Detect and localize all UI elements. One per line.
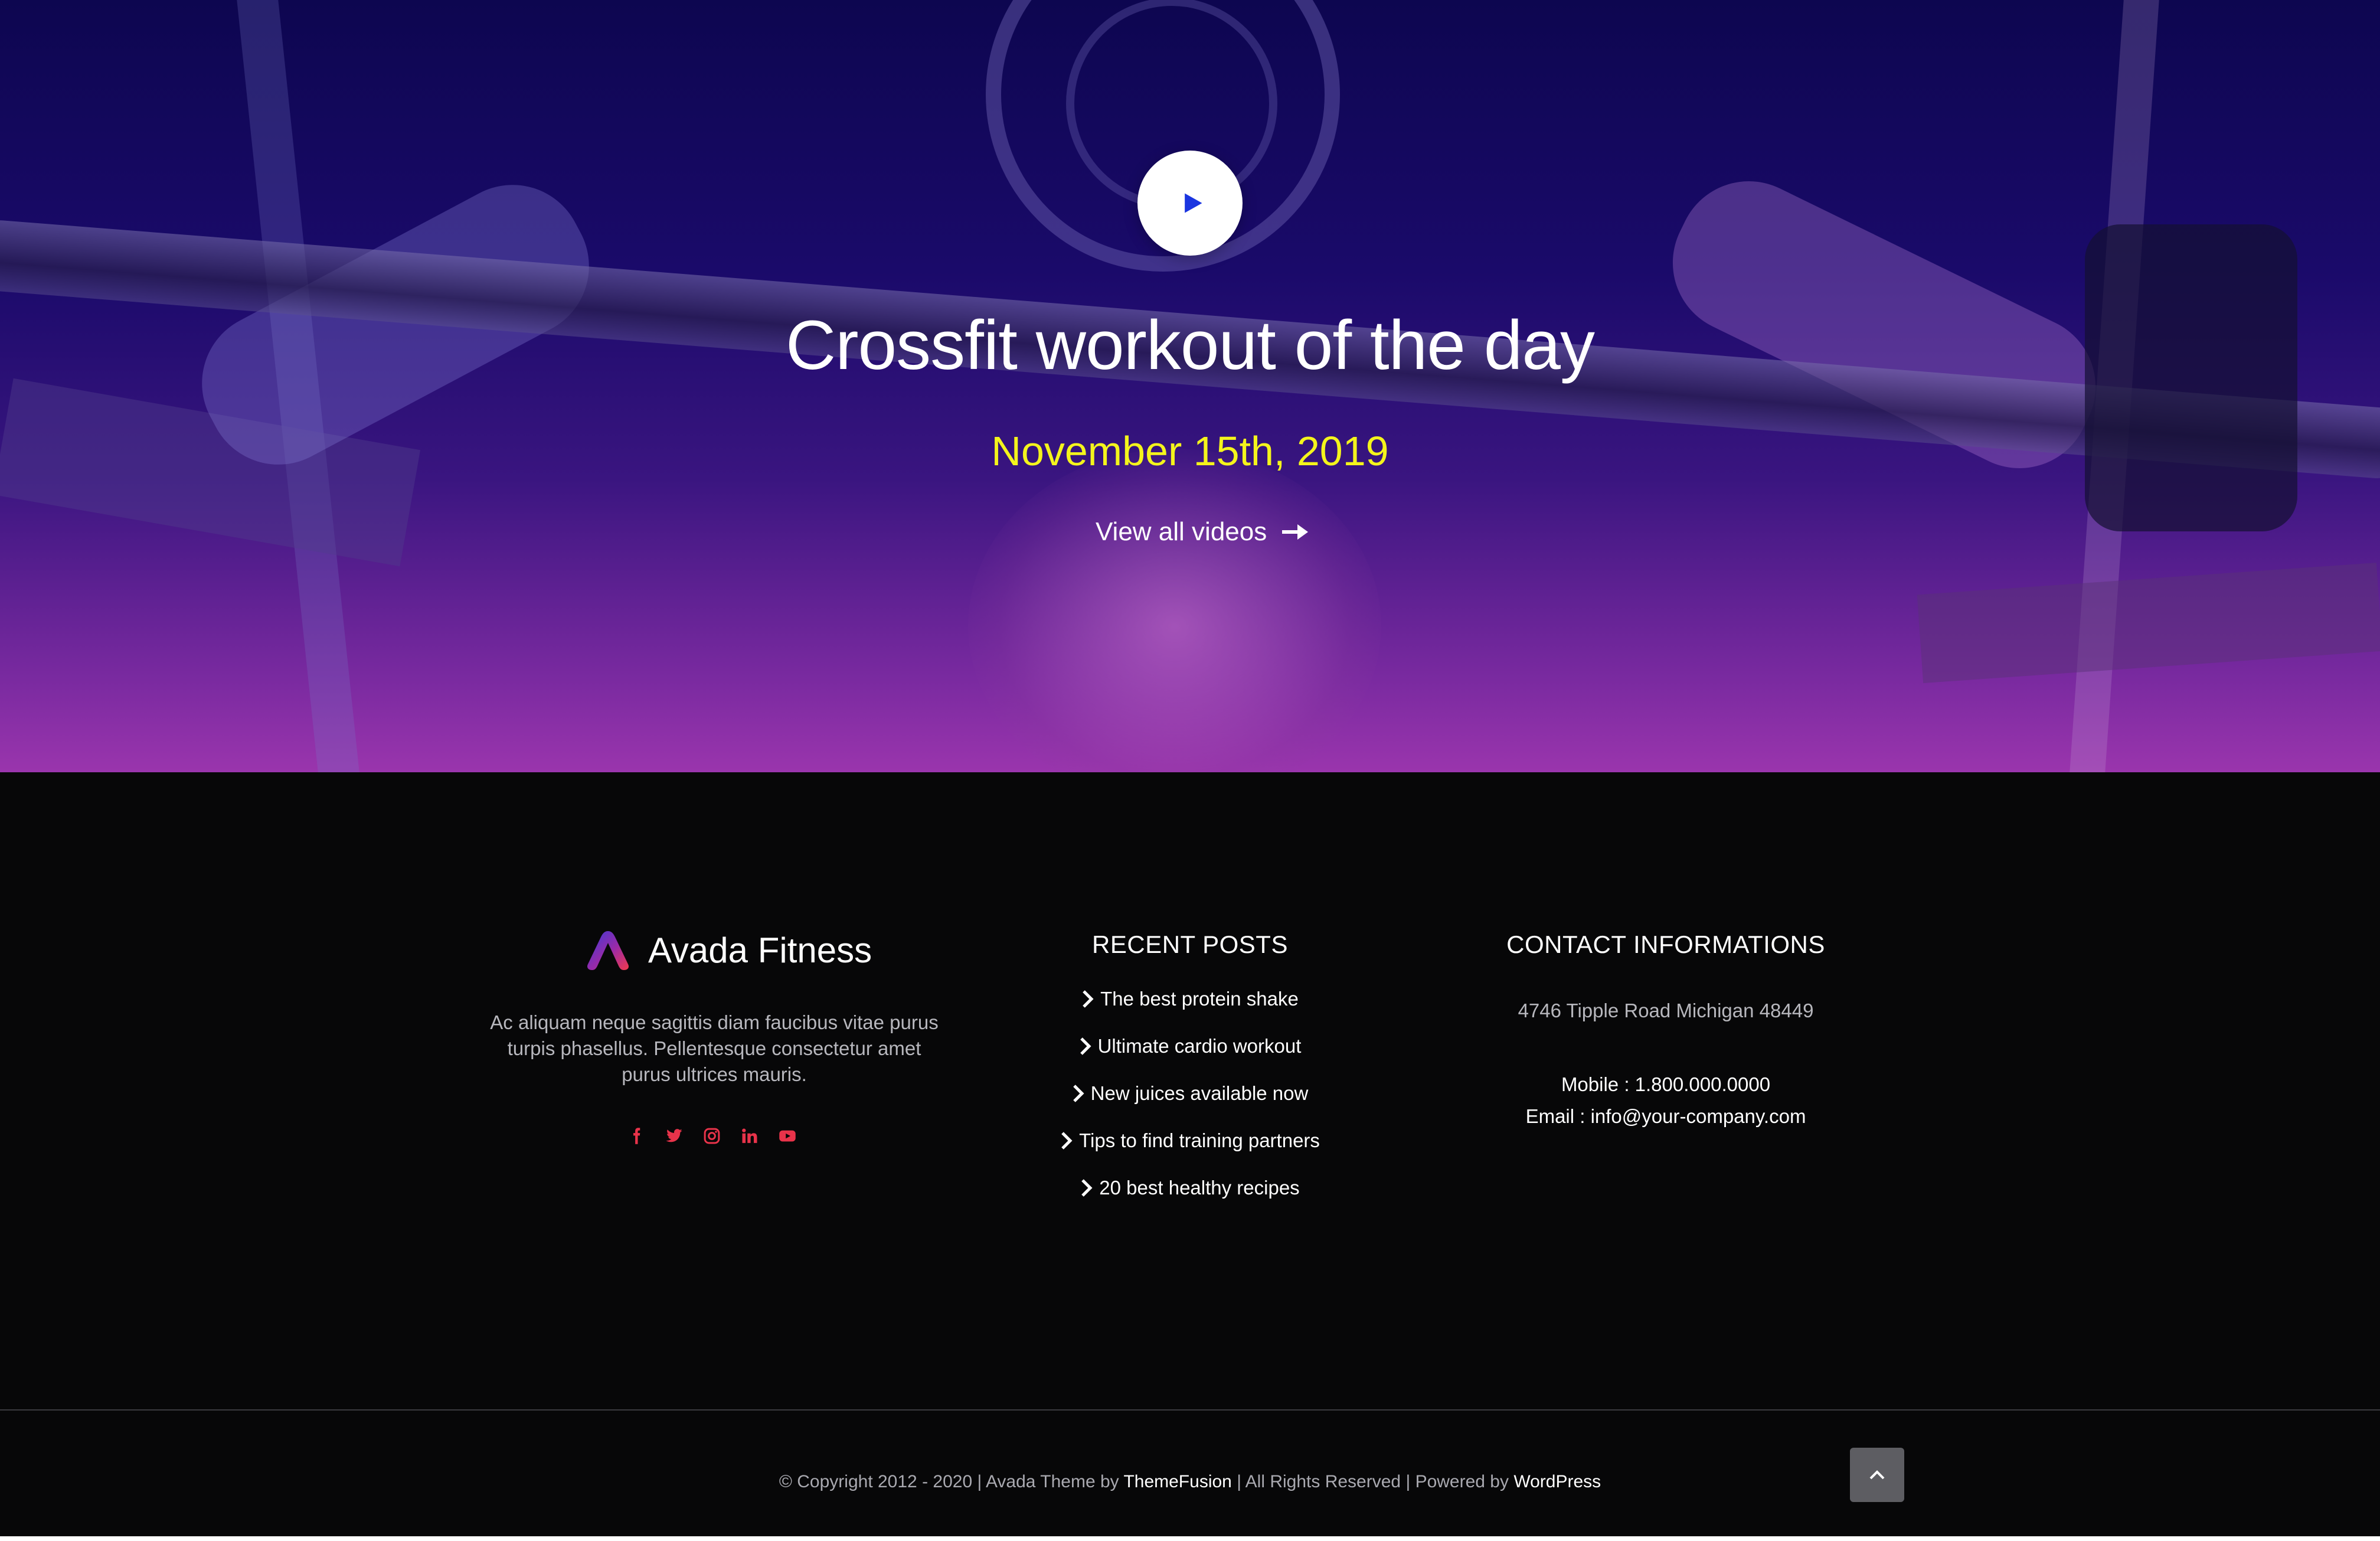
copyright-prefix: © Copyright 2012 - 2020 | Avada Theme by — [779, 1472, 1124, 1491]
chevron-right-icon — [1073, 1085, 1084, 1102]
contact-email[interactable]: Email : info@your-company.com — [1465, 1101, 1866, 1132]
copyright-text: © Copyright 2012 - 2020 | Avada Theme by… — [0, 1461, 2380, 1503]
recent-post-link[interactable]: 20 best healthy recipes — [1003, 1164, 1377, 1212]
youtube-link[interactable] — [778, 1127, 797, 1145]
recent-post-label: The best protein shake — [1100, 988, 1299, 1010]
footer-brand[interactable]: Avada Fitness — [586, 927, 872, 974]
recent-post-link[interactable]: The best protein shake — [1003, 975, 1377, 1023]
wordpress-link[interactable]: WordPress — [1513, 1472, 1601, 1491]
recent-posts-heading: RECENT POSTS — [1092, 931, 1288, 958]
back-to-top-button[interactable] — [1850, 1448, 1904, 1502]
recent-post-label: 20 best healthy recipes — [1099, 1177, 1300, 1199]
chevron-right-icon — [1083, 990, 1094, 1008]
chevron-up-icon — [1869, 1470, 1885, 1480]
footer-divider — [0, 1409, 2380, 1411]
view-all-videos-link[interactable]: View all videos — [1096, 514, 1309, 550]
recent-posts-list: The best protein shake Ultimate cardio w… — [1003, 975, 1377, 1212]
recent-post-link[interactable]: Tips to find training partners — [1003, 1117, 1377, 1164]
brand-name: Avada Fitness — [648, 931, 872, 970]
hero-date: November 15th, 2019 — [991, 428, 1389, 474]
contact-heading: CONTACT INFORMATIONS — [1506, 931, 1825, 958]
recent-post-link[interactable]: New juices available now — [1003, 1070, 1377, 1117]
recent-post-label: Tips to find training partners — [1079, 1129, 1320, 1151]
view-all-videos-label: View all videos — [1096, 517, 1267, 546]
site-footer: Avada Fitness Ac aliquam neque sagittis … — [0, 772, 2380, 1410]
instagram-link[interactable] — [702, 1127, 721, 1145]
copyright-middle: | All Rights Reserved | Powered by — [1231, 1472, 1514, 1491]
hero-title: Crossfit workout of the day — [786, 306, 1595, 384]
recent-post-label: Ultimate cardio workout — [1097, 1035, 1302, 1057]
twitter-link[interactable] — [665, 1127, 684, 1145]
avada-logo-icon — [587, 931, 629, 970]
chevron-right-icon — [1061, 1132, 1073, 1150]
recent-post-label: New juices available now — [1090, 1082, 1309, 1104]
youtube-icon — [779, 1130, 796, 1142]
contact-mobile[interactable]: Mobile : 1.800.000.0000 — [1465, 1069, 1866, 1101]
page-bottom-edge — [0, 1536, 2380, 1541]
chevron-right-icon — [1081, 1179, 1093, 1197]
video-hero: Crossfit workout of the day November 15t… — [0, 0, 2380, 772]
play-icon — [1185, 193, 1202, 213]
linkedin-link[interactable] — [740, 1127, 759, 1145]
recent-post-link[interactable]: Ultimate cardio workout — [1003, 1023, 1377, 1070]
brand-description: Ac aliquam neque sagittis diam faucibus … — [490, 1011, 939, 1085]
linkedin-icon — [742, 1128, 757, 1143]
play-video-button[interactable] — [1137, 151, 1243, 256]
instagram-icon — [704, 1128, 720, 1144]
twitter-icon — [666, 1129, 682, 1142]
facebook-icon — [633, 1128, 640, 1144]
arrow-right-icon — [1282, 524, 1309, 540]
chevron-right-icon — [1080, 1037, 1091, 1055]
contact-address: 4746 Tipple Road Michigan 48449 — [1518, 1000, 1814, 1021]
themefusion-link[interactable]: ThemeFusion — [1123, 1472, 1231, 1491]
social-links — [627, 1127, 797, 1145]
facebook-link[interactable] — [627, 1127, 646, 1145]
